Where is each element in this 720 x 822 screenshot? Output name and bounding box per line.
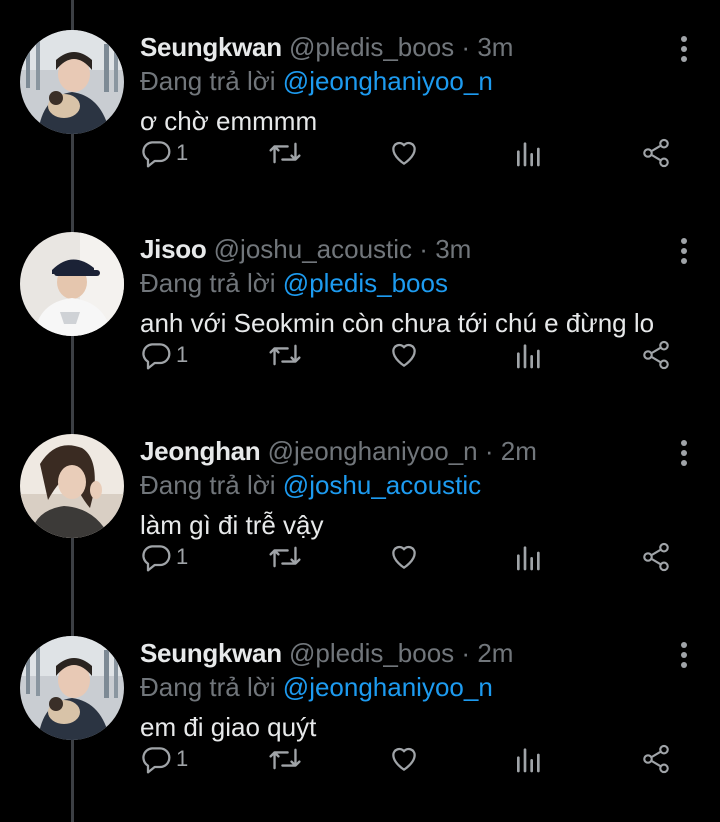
like-icon	[392, 747, 416, 771]
avatar[interactable]	[20, 636, 124, 740]
reply-icon	[142, 343, 171, 370]
separator-dot: ·	[484, 436, 494, 466]
like-icon	[392, 343, 416, 367]
retweet-icon	[269, 142, 301, 164]
action-bar: 1	[140, 338, 680, 372]
share-icon	[643, 744, 669, 774]
share-button[interactable]	[640, 136, 672, 170]
action-bar: 1	[140, 136, 680, 170]
views-icon	[517, 142, 540, 167]
share-button[interactable]	[640, 540, 672, 574]
reply-count: 1	[176, 342, 189, 367]
retweet-icon	[269, 748, 301, 770]
timestamp[interactable]: 3m	[477, 32, 513, 62]
retweet-button[interactable]	[268, 136, 302, 170]
like-button[interactable]	[388, 338, 420, 372]
mention-link[interactable]: @pledis_boos	[283, 268, 448, 298]
reply-icon	[142, 141, 171, 168]
like-button[interactable]	[388, 540, 420, 574]
more-icon[interactable]	[678, 440, 690, 466]
views-button[interactable]	[514, 338, 544, 372]
replying-to: Đang trả lời @pledis_boos	[140, 266, 700, 300]
action-bar: 1	[140, 742, 680, 776]
mention-link[interactable]: @joshu_acoustic	[283, 470, 481, 500]
reply-count: 1	[176, 544, 189, 569]
avatar[interactable]	[20, 434, 124, 538]
retweet-button[interactable]	[268, 338, 302, 372]
author-name[interactable]: Seungkwan	[140, 32, 282, 62]
replying-to-label: Đang trả lời	[140, 672, 276, 702]
share-icon	[643, 542, 669, 572]
tweet-text: anh với Seokmin còn chưa tới chú e đừng …	[140, 308, 655, 338]
tweet-text: ơ chờ emmmm	[140, 106, 318, 136]
timestamp[interactable]: 2m	[477, 638, 513, 668]
more-icon[interactable]	[678, 36, 690, 62]
reply-icon	[142, 545, 171, 572]
author-name[interactable]: Seungkwan	[140, 638, 282, 668]
retweet-icon	[269, 344, 301, 366]
more-icon[interactable]	[678, 642, 690, 668]
replying-to-label: Đang trả lời	[140, 66, 276, 96]
separator-dot: ·	[419, 234, 428, 264]
views-icon	[517, 748, 540, 773]
like-button[interactable]	[388, 742, 420, 776]
reply-count: 1	[176, 746, 189, 771]
timestamp[interactable]: 3m	[435, 234, 471, 264]
author-name[interactable]: Jisoo	[140, 234, 207, 264]
tweet[interactable]: Seungkwan @pledis_boos · 3m Đang trả lời…	[0, 0, 720, 202]
reply-button[interactable]: 1	[140, 338, 188, 372]
replying-to: Đang trả lời @joshu_acoustic	[140, 468, 700, 502]
reply-icon	[142, 747, 171, 774]
like-button[interactable]	[388, 136, 420, 170]
views-button[interactable]	[514, 136, 544, 170]
retweet-icon	[269, 546, 301, 568]
replying-to-label: Đang trả lời	[140, 470, 276, 500]
views-icon	[517, 344, 540, 369]
share-button[interactable]	[640, 742, 672, 776]
mention-link[interactable]: @jeonghaniyoo_n	[283, 66, 493, 96]
mention-link[interactable]: @jeonghaniyoo_n	[283, 672, 493, 702]
reply-button[interactable]: 1	[140, 540, 188, 574]
reply-button[interactable]: 1	[140, 136, 188, 170]
timestamp[interactable]: 2m	[501, 436, 537, 466]
author-name[interactable]: Jeonghan	[140, 436, 261, 466]
share-icon	[643, 340, 669, 370]
views-icon	[517, 546, 540, 571]
tweet[interactable]: Seungkwan @pledis_boos · 2m Đang trả lời…	[0, 606, 720, 808]
tweet-text: em đi giao quýt	[140, 712, 317, 742]
author-handle[interactable]: @jeonghaniyoo_n	[268, 436, 478, 466]
retweet-button[interactable]	[268, 540, 302, 574]
tweet-text: làm gì đi trễ vậy	[140, 510, 324, 540]
avatar[interactable]	[20, 232, 124, 336]
separator-dot: ·	[461, 32, 471, 62]
tweet[interactable]: Jeonghan @jeonghaniyoo_n · 2m Đang trả l…	[0, 404, 720, 606]
reply-button[interactable]: 1	[140, 742, 188, 776]
separator-dot: ·	[461, 638, 471, 668]
views-button[interactable]	[514, 540, 544, 574]
replying-to-label: Đang trả lời	[140, 268, 276, 298]
replying-to: Đang trả lời @jeonghaniyoo_n	[140, 670, 700, 704]
retweet-button[interactable]	[268, 742, 302, 776]
action-bar: 1	[140, 540, 680, 574]
share-button[interactable]	[640, 338, 672, 372]
share-icon	[643, 138, 669, 168]
avatar[interactable]	[20, 30, 124, 134]
author-handle[interactable]: @joshu_acoustic	[214, 234, 412, 264]
replying-to: Đang trả lời @jeonghaniyoo_n	[140, 64, 700, 98]
like-icon	[392, 141, 416, 165]
more-icon[interactable]	[678, 238, 690, 264]
tweet[interactable]: Jisoo @joshu_acoustic · 3m Đang trả lời …	[0, 202, 720, 404]
author-handle[interactable]: @pledis_boos	[289, 32, 454, 62]
author-handle[interactable]: @pledis_boos	[289, 638, 454, 668]
views-button[interactable]	[514, 742, 544, 776]
like-icon	[392, 545, 416, 569]
reply-count: 1	[176, 140, 189, 165]
